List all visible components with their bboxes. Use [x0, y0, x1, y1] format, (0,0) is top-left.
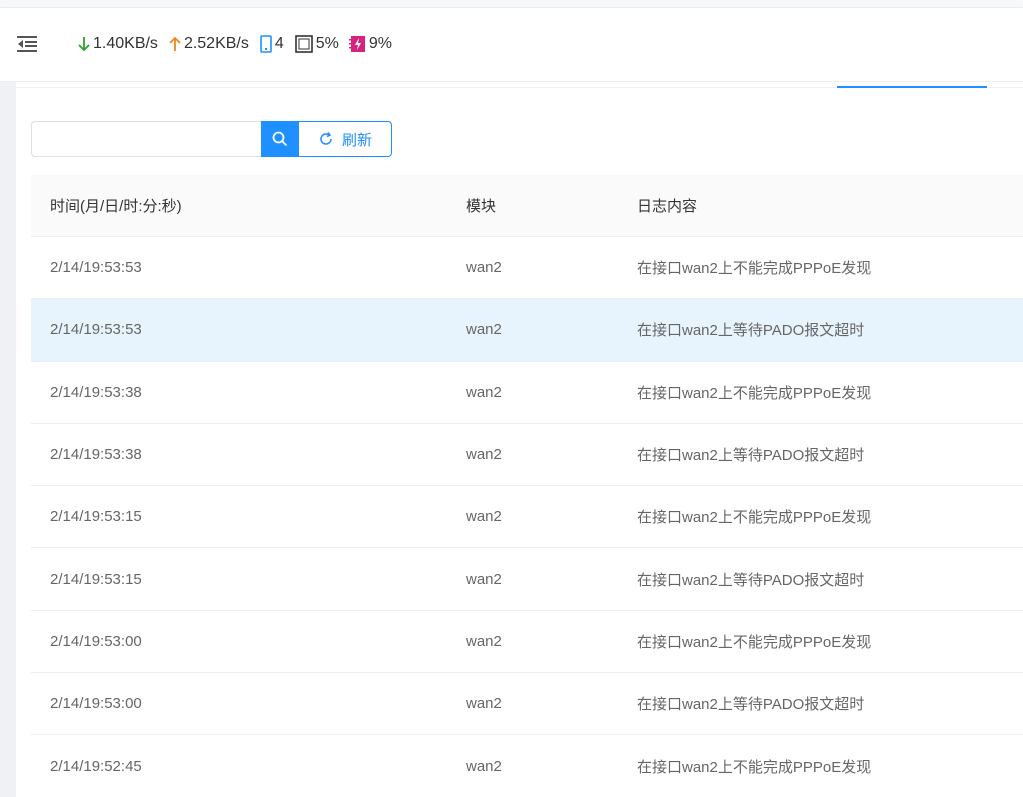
- column-header-time: 时间(月/日/时:分:秒): [50, 198, 182, 215]
- refresh-label: 刷新: [341, 131, 372, 149]
- memory-usage: 9%: [368, 35, 393, 52]
- download-speed: 1.40KB/s: [93, 35, 158, 52]
- table-row[interactable]: 2/14/19:53:38 wan2 在接口wan2上等待PADO报文超时: [31, 424, 1023, 487]
- cell-content: 在接口wan2上等待PADO报文超时: [637, 447, 865, 465]
- log-table: 时间(月/日/时:分:秒) 模块 日志内容 2/14/19:53:53 wan2 在…: [31, 175, 1023, 797]
- cell-module: wan2: [466, 446, 502, 464]
- table-row[interactable]: 2/14/19:53:53 wan2 在接口wan2上不能完成PPPoE发现: [31, 237, 1023, 300]
- table-row[interactable]: 2/14/19:53:38 wan2 在接口wan2上不能完成PPPoE发现: [31, 362, 1023, 424]
- table-row[interactable]: 2/14/19:53:00 wan2 在接口wan2上不能完成PPPoE发现: [31, 611, 1023, 674]
- cell-content: 在接口wan2上等待PADO报文超时: [637, 696, 865, 714]
- table-row[interactable]: 2/14/19:53:15 wan2 在接口wan2上不能完成PPPoE发现: [31, 486, 1023, 549]
- table-row[interactable]: 2/14/19:53:15 wan2 在接口wan2上等待PADO报文超时: [31, 548, 1023, 611]
- arrow-down-icon: [78, 37, 90, 52]
- upload-speed: 2.52KB/s: [183, 35, 249, 52]
- cell-module: wan2: [466, 508, 502, 526]
- cell-time: 2/14/19:53:15: [50, 570, 142, 588]
- memory-stat: 9%: [348, 34, 393, 54]
- table-row[interactable]: 2/14/19:53:00 wan2 在接口wan2上等待PADO报文超时: [31, 673, 1023, 736]
- phone-icon: [260, 35, 272, 53]
- arrow-up-icon: [169, 36, 181, 51]
- search-button[interactable]: [261, 121, 298, 157]
- cell-content: 在接口wan2上不能完成PPPoE发现: [637, 509, 872, 527]
- cell-content: 在接口wan2上不能完成PPPoE发现: [637, 384, 872, 402]
- table-row[interactable]: 2/14/19:52:45 wan2 在接口wan2上不能完成PPPoE发现: [31, 735, 1023, 797]
- active-tab-indicator: [837, 86, 987, 88]
- status-stats: 1.40KB/s 2.52KB/s 4 5% 9%: [77, 32, 402, 56]
- cell-time: 2/14/19:53:53: [50, 321, 142, 339]
- cell-time: 2/14/19:53:00: [50, 632, 142, 650]
- table-header: 时间(月/日/时:分:秒) 模块 日志内容: [31, 175, 1023, 237]
- cell-content: 在接口wan2上等待PADO报文超时: [637, 571, 865, 589]
- device-count: 4: [274, 35, 284, 52]
- cell-content: 在接口wan2上不能完成PPPoE发现: [637, 260, 872, 278]
- cell-time: 2/14/19:52:45: [50, 757, 142, 775]
- upload-stat: 2.52KB/s: [168, 35, 249, 53]
- cell-content: 在接口wan2上不能完成PPPoE发现: [637, 758, 872, 776]
- refresh-icon: [320, 132, 332, 145]
- cell-time: 2/14/19:53:38: [50, 446, 142, 464]
- cpu-icon: [294, 35, 313, 53]
- search-icon: [272, 131, 287, 147]
- column-header-module: 模块: [466, 198, 497, 215]
- top-bar: 1.40KB/s 2.52KB/s 4 5% 9%: [0, 8, 1023, 82]
- cpu-stat: 5%: [294, 34, 339, 54]
- cpu-usage: 5%: [315, 35, 339, 52]
- devices-stat: 4: [259, 34, 284, 54]
- cell-time: 2/14/19:53:15: [50, 508, 142, 526]
- column-header-content: 日志内容: [637, 198, 698, 215]
- memory-icon: [348, 36, 365, 52]
- cell-time: 2/14/19:53:38: [50, 383, 142, 401]
- cell-content: 在接口wan2上不能完成PPPoE发现: [637, 633, 872, 651]
- cell-module: wan2: [466, 632, 502, 650]
- cell-time: 2/14/19:53:53: [50, 259, 142, 277]
- search-input[interactable]: [31, 121, 261, 157]
- refresh-button[interactable]: 刷新: [298, 121, 392, 157]
- cell-module: wan2: [466, 570, 502, 588]
- cell-module: wan2: [466, 695, 502, 713]
- menu-fold-icon[interactable]: [16, 34, 38, 54]
- top-strip: [0, 0, 1023, 8]
- left-sidebar-edge: [0, 82, 16, 797]
- download-stat: 1.40KB/s: [77, 35, 158, 53]
- cell-module: wan2: [466, 757, 502, 775]
- table-row[interactable]: 2/14/19:53:53 wan2 在接口wan2上等待PADO报文超时: [31, 299, 1023, 362]
- cell-time: 2/14/19:53:00: [50, 695, 142, 713]
- cell-module: wan2: [466, 383, 502, 401]
- cell-content: 在接口wan2上等待PADO报文超时: [637, 322, 865, 340]
- cell-module: wan2: [466, 259, 502, 277]
- cell-module: wan2: [466, 321, 502, 339]
